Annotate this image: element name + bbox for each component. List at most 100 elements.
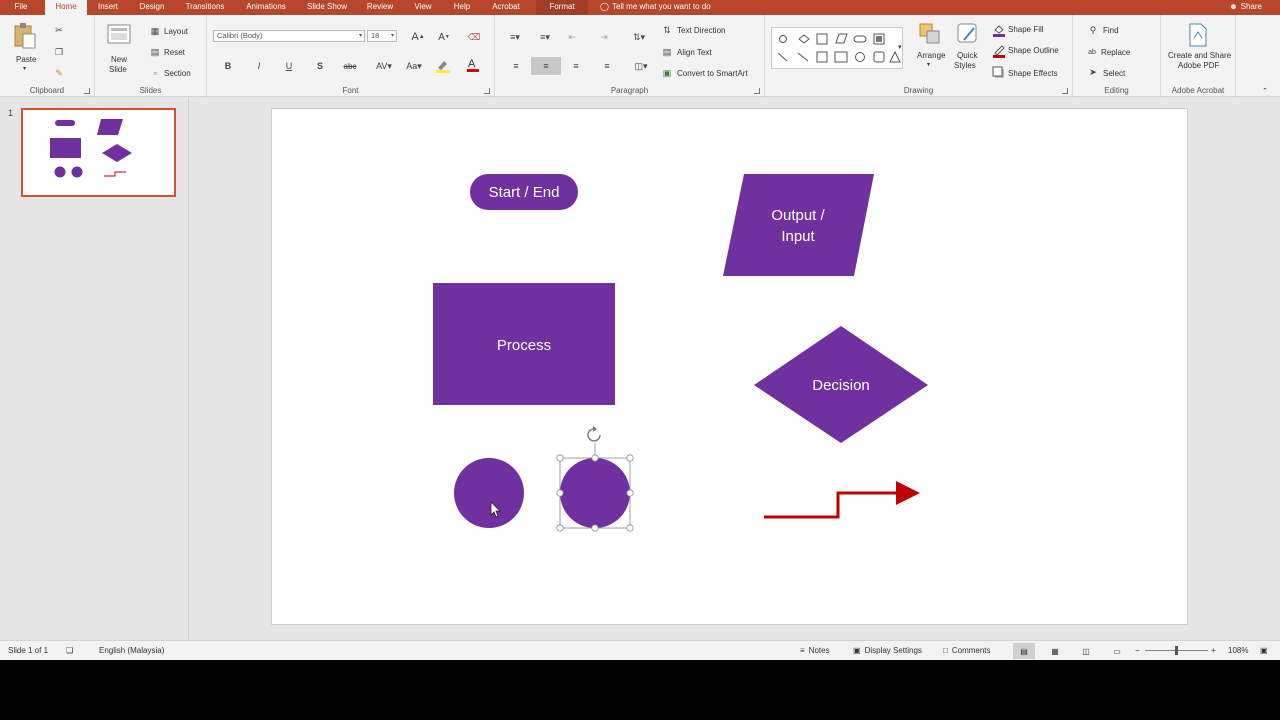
- copy-icon[interactable]: ❐: [52, 45, 66, 59]
- pdf-icon[interactable]: [1187, 22, 1209, 48]
- arrange-dropdown-icon[interactable]: ▾: [927, 61, 930, 68]
- font-launcher-icon[interactable]: [484, 88, 490, 94]
- text-direction-icon[interactable]: ⇅: [661, 23, 673, 37]
- fit-to-window-icon[interactable]: ▣: [1260, 641, 1268, 660]
- tab-insert[interactable]: Insert: [92, 0, 124, 15]
- italic-icon[interactable]: I: [252, 59, 266, 73]
- layout-icon[interactable]: ▦: [149, 25, 161, 37]
- paste-dropdown-icon[interactable]: ▾: [23, 65, 26, 72]
- font-color-icon[interactable]: A: [463, 57, 485, 73]
- font-name-dropdown-icon[interactable]: ▾: [359, 31, 362, 41]
- justify-icon[interactable]: ≡: [600, 59, 614, 73]
- slide-sorter-button[interactable]: ▦: [1044, 643, 1066, 659]
- paragraph-launcher-icon[interactable]: [754, 88, 760, 94]
- align-text-icon[interactable]: ▤: [661, 45, 673, 59]
- slide-canvas[interactable]: Start / End Output / Input Process Decis…: [271, 108, 1188, 625]
- arrange-button[interactable]: Arrange: [917, 51, 945, 60]
- font-size-combo[interactable]: 18 ▾: [367, 30, 397, 42]
- adobe-pdf-label[interactable]: Adobe PDF: [1178, 61, 1219, 70]
- resize-handle[interactable]: [556, 454, 564, 462]
- connector-circle-1[interactable]: [454, 458, 524, 528]
- clipboard-launcher-icon[interactable]: [84, 88, 90, 94]
- find-button[interactable]: Find: [1103, 26, 1119, 35]
- decrease-indent-icon[interactable]: ⇤: [565, 30, 579, 44]
- shape-outline-button[interactable]: Shape Outline: [1008, 46, 1059, 55]
- replace-icon[interactable]: ab: [1085, 45, 1099, 59]
- shapes-more-icon[interactable]: ▾: [898, 43, 902, 51]
- clear-formatting-icon[interactable]: ⌫: [467, 30, 481, 44]
- resize-handle[interactable]: [626, 454, 634, 462]
- comments-button[interactable]: □ Comments: [943, 641, 991, 660]
- resize-handle[interactable]: [626, 489, 634, 497]
- tab-home[interactable]: Home: [45, 0, 87, 15]
- new-slide-icon[interactable]: [107, 21, 133, 47]
- zoom-in-button[interactable]: +: [1211, 641, 1216, 660]
- strikethrough-icon[interactable]: abc: [341, 59, 359, 73]
- create-share-label[interactable]: Create and Share: [1168, 51, 1231, 60]
- tab-slide-show[interactable]: Slide Show: [302, 0, 352, 15]
- tab-animations[interactable]: Animations: [240, 0, 292, 15]
- align-left-icon[interactable]: ≡: [509, 59, 523, 73]
- tab-format[interactable]: Format: [536, 0, 588, 15]
- tell-me-search[interactable]: ◯ Tell me what you want to do: [600, 0, 711, 14]
- columns-icon[interactable]: ◫▾: [631, 59, 651, 73]
- resize-handle[interactable]: [591, 524, 599, 532]
- reading-view-button[interactable]: ◫: [1075, 643, 1097, 659]
- paste-icon[interactable]: [12, 21, 38, 51]
- zoom-level[interactable]: 108%: [1228, 641, 1248, 660]
- character-spacing-icon[interactable]: AV▾: [373, 59, 395, 73]
- notes-button[interactable]: ≡ Notes: [800, 641, 830, 660]
- collapse-ribbon-icon[interactable]: ⌃: [1262, 87, 1268, 95]
- section-button[interactable]: Section: [164, 69, 191, 78]
- numbering-icon[interactable]: ≡▾: [535, 30, 555, 44]
- arrange-icon[interactable]: [917, 21, 943, 47]
- highlight-icon[interactable]: [433, 59, 455, 73]
- rotate-handle-icon[interactable]: [587, 426, 601, 442]
- resize-handle[interactable]: [556, 524, 564, 532]
- convert-smartart-button[interactable]: Convert to SmartArt: [677, 69, 748, 78]
- reset-button[interactable]: Reset: [164, 48, 185, 57]
- paste-label[interactable]: Paste: [16, 55, 36, 64]
- process-shape[interactable]: Process: [433, 283, 615, 405]
- select-button[interactable]: Select: [1103, 69, 1125, 78]
- accessibility-icon[interactable]: ❏: [66, 641, 73, 660]
- decision-shape[interactable]: Decision: [754, 326, 928, 443]
- quick-styles-icon[interactable]: [955, 21, 981, 47]
- shape-outline-icon[interactable]: [992, 44, 1006, 58]
- elbow-arrow-connector[interactable]: [764, 481, 920, 519]
- shrink-font-icon[interactable]: A ▼: [437, 30, 451, 44]
- resize-handle[interactable]: [556, 489, 564, 497]
- resize-handle[interactable]: [626, 524, 634, 532]
- tab-help[interactable]: Help: [448, 0, 476, 15]
- replace-button[interactable]: Replace: [1101, 48, 1130, 57]
- slide-show-button[interactable]: ▭: [1106, 643, 1128, 659]
- cut-icon[interactable]: ✂: [52, 23, 66, 37]
- slide-thumbnail[interactable]: [21, 108, 176, 197]
- new-slide-label-2[interactable]: Slide: [109, 65, 127, 74]
- underline-icon[interactable]: U: [282, 59, 296, 73]
- increase-indent-icon[interactable]: ⇥: [597, 30, 611, 44]
- tab-file[interactable]: File: [6, 0, 36, 15]
- grow-font-icon[interactable]: A ▲: [411, 30, 425, 44]
- new-slide-label[interactable]: New: [111, 55, 127, 64]
- tab-transitions[interactable]: Transitions: [180, 0, 230, 15]
- drawing-launcher-icon[interactable]: [1062, 88, 1068, 94]
- select-icon[interactable]: ➤: [1087, 66, 1099, 78]
- font-name-combo[interactable]: Calibri (Body) ▾: [213, 30, 365, 42]
- format-painter-icon[interactable]: ✎: [52, 66, 66, 80]
- shape-fill-icon[interactable]: [992, 23, 1006, 37]
- language-indicator[interactable]: English (Malaysia): [99, 641, 164, 660]
- layout-button[interactable]: Layout: [164, 27, 188, 36]
- normal-view-button[interactable]: ▤: [1013, 643, 1035, 659]
- quick-styles-label-2[interactable]: Styles: [954, 61, 976, 70]
- line-spacing-icon[interactable]: ⇅▾: [629, 30, 649, 44]
- connector-circle-2[interactable]: [560, 458, 630, 528]
- font-size-dropdown-icon[interactable]: ▾: [391, 31, 394, 41]
- text-shadow-icon[interactable]: S: [313, 59, 327, 73]
- bold-icon[interactable]: B: [221, 59, 235, 73]
- text-direction-button[interactable]: Text Direction: [677, 26, 725, 35]
- share-button[interactable]: ☻ Share: [1229, 0, 1262, 14]
- resize-handle[interactable]: [591, 454, 599, 462]
- shape-effects-button[interactable]: Shape Effects: [1008, 69, 1058, 78]
- align-right-icon[interactable]: ≡: [569, 59, 583, 73]
